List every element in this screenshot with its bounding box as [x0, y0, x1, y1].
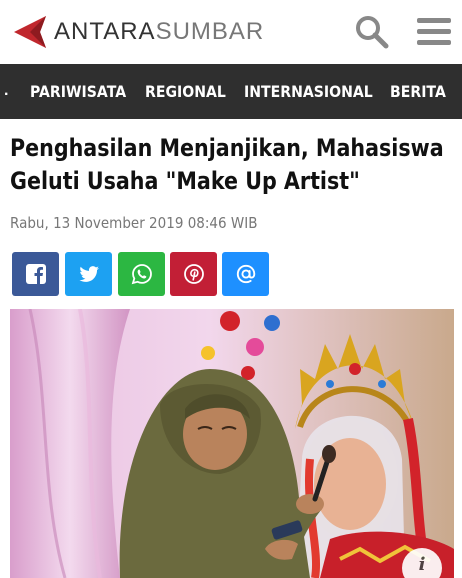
menu-button[interactable]: [414, 12, 454, 52]
twitter-icon: [79, 266, 99, 282]
pinterest-icon: [183, 264, 204, 284]
share-whatsapp-button[interactable]: [118, 252, 165, 296]
share-twitter-button[interactable]: [65, 252, 112, 296]
email-at-icon: [236, 264, 255, 284]
site-header: ANTARA SUMBAR: [0, 0, 462, 64]
nav-item-pariwisata[interactable]: PARIWISATA: [30, 64, 126, 119]
share-pinterest-button[interactable]: [170, 252, 217, 296]
info-icon: i: [418, 554, 426, 575]
antara-logo-icon: [14, 16, 46, 48]
article-photo[interactable]: [10, 309, 454, 578]
nav-item-internasional[interactable]: INTERNASIONAL: [244, 64, 373, 119]
make-up-artist-photo: [10, 309, 454, 578]
hamburger-menu-icon: [417, 18, 451, 45]
category-navbar: . PARIWISATA REGIONAL INTERNASIONAL BERI…: [0, 64, 462, 119]
article-title: Penghasilan Menjanjikan, Mahasiswa Gelut…: [10, 134, 444, 195]
facebook-icon: [25, 264, 46, 284]
whatsapp-icon: [131, 264, 152, 285]
logo-text-region: SUMBAR: [155, 18, 265, 45]
share-facebook-button[interactable]: [12, 252, 59, 296]
logo-text-antara: ANTARA: [54, 18, 156, 45]
nav-item-berita[interactable]: BERITA: [390, 64, 446, 119]
nav-item-regional[interactable]: REGIONAL: [145, 64, 226, 119]
search-button[interactable]: [352, 12, 392, 52]
search-icon: [356, 16, 389, 49]
nav-overflow-marker: .: [4, 82, 9, 99]
share-email-button[interactable]: [222, 252, 269, 296]
article-date: Rabu, 13 November 2019 08:46 WIB: [10, 214, 258, 232]
site-logo[interactable]: ANTARA SUMBAR: [10, 12, 264, 52]
